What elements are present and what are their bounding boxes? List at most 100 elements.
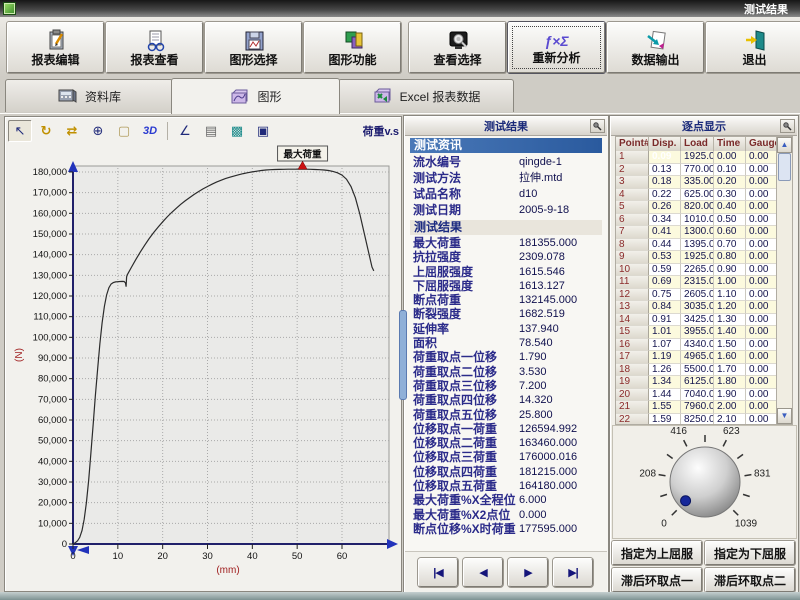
row-number-cell[interactable]: 18 — [616, 364, 649, 377]
data-cell[interactable]: 0.00 — [746, 389, 776, 402]
data-cell[interactable]: 0.75 — [649, 289, 681, 302]
result-row[interactable]: 荷重取点二位移3.530 — [409, 365, 603, 379]
result-row[interactable]: 位移取点五荷重164180.000 — [409, 479, 603, 493]
data-cell[interactable]: 4340.00 — [681, 339, 714, 352]
scale-icon[interactable]: ∠ — [173, 120, 197, 142]
row-number-cell[interactable]: 9 — [616, 251, 649, 264]
data-cell[interactable]: 7040.00 — [681, 389, 714, 402]
data-cell[interactable]: 0.00 — [746, 351, 776, 364]
scroll-up-icon[interactable]: ▲ — [777, 137, 792, 153]
set-upper-yield-button[interactable]: 指定为上屈服 — [612, 541, 702, 565]
result-row[interactable]: 荷重取点三位移7.200 — [409, 379, 603, 393]
data-cell[interactable]: 0.41 — [649, 226, 681, 239]
data-cell[interactable]: 1.40 — [714, 326, 746, 339]
tab-excel[interactable]: Excel 报表数据 — [338, 79, 514, 112]
table-scrollbar[interactable]: ▲ ▼ — [776, 136, 793, 425]
data-cell[interactable]: 1.55 — [649, 401, 681, 414]
result-row[interactable]: 测试方法拉伸.mtd — [409, 170, 603, 186]
data-cell[interactable]: 0.69 — [649, 276, 681, 289]
data-cell[interactable]: 1.59 — [649, 414, 681, 426]
data-cell[interactable]: 0.59 — [649, 264, 681, 277]
data-cell[interactable]: 0.22 — [649, 189, 681, 202]
pin-icon[interactable] — [780, 119, 795, 133]
data-cell[interactable]: 335.00 — [681, 176, 714, 189]
data-cell[interactable]: 0.00 — [746, 226, 776, 239]
column-header[interactable]: Time — [714, 137, 746, 151]
data-cell[interactable]: 2.00 — [714, 401, 746, 414]
set-lower-yield-button[interactable]: 指定为下屈服 — [705, 541, 795, 565]
data-cell[interactable]: 0.00 — [746, 314, 776, 327]
data-cell[interactable]: 0.44 — [649, 239, 681, 252]
row-number-cell[interactable]: 11 — [616, 276, 649, 289]
result-row[interactable]: 延伸率137.940 — [409, 322, 603, 336]
report-view-button[interactable]: 报表查看 — [106, 22, 203, 73]
row-number-cell[interactable]: 19 — [616, 376, 649, 389]
refresh-icon[interactable]: ↻ — [34, 120, 58, 142]
data-cell[interactable]: 0.09 — [649, 151, 681, 164]
row-number-cell[interactable]: 5 — [616, 201, 649, 214]
row-number-cell[interactable]: 15 — [616, 326, 649, 339]
pin-icon[interactable] — [590, 119, 605, 133]
data-cell[interactable]: 1.90 — [714, 389, 746, 402]
data-cell[interactable]: 0.00 — [746, 401, 776, 414]
tab-graph[interactable]: 图形 — [171, 78, 340, 114]
zoom-in-icon[interactable]: ⊕ — [86, 120, 110, 142]
result-row[interactable]: 下屈服强度1613.127 — [409, 279, 603, 293]
data-cell[interactable]: 0.00 — [746, 289, 776, 302]
data-cell[interactable]: 1300.00 — [681, 226, 714, 239]
hysteresis-point1-button[interactable]: 滞后环取点一 — [612, 568, 702, 592]
result-row[interactable]: 最大荷重181355.000 — [409, 236, 603, 250]
print-icon[interactable]: ▤ — [199, 120, 223, 142]
report-edit-button[interactable]: 报表编辑 — [7, 22, 104, 73]
row-number-cell[interactable]: 6 — [616, 214, 649, 227]
data-cell[interactable]: 1010.00 — [681, 214, 714, 227]
data-cell[interactable]: 0.00 — [746, 301, 776, 314]
data-cell[interactable]: 3955.00 — [681, 326, 714, 339]
data-cell[interactable]: 0.00 — [746, 376, 776, 389]
data-cell[interactable]: 1.19 — [649, 351, 681, 364]
3d-icon[interactable]: 3D — [138, 120, 162, 142]
data-cell[interactable]: 0.53 — [649, 251, 681, 264]
data-cell[interactable]: 1.10 — [714, 289, 746, 302]
result-row[interactable]: 最大荷重%X2点位0.000 — [409, 508, 603, 522]
data-cell[interactable]: 1.80 — [714, 376, 746, 389]
data-cell[interactable]: 1.01 — [649, 326, 681, 339]
image-icon[interactable]: ▩ — [225, 120, 249, 142]
result-row[interactable]: 荷重取点五位移25.800 — [409, 408, 603, 422]
result-row[interactable]: 试品名称d10 — [409, 186, 603, 202]
data-cell[interactable]: 0.00 — [746, 264, 776, 277]
data-cell[interactable]: 2265.00 — [681, 264, 714, 277]
data-cell[interactable]: 1.30 — [714, 314, 746, 327]
row-number-cell[interactable]: 21 — [616, 401, 649, 414]
nav-next-button[interactable]: ▶ — [508, 558, 548, 587]
result-row[interactable]: 上屈服强度1615.546 — [409, 265, 603, 279]
data-cell[interactable]: 0.13 — [649, 164, 681, 177]
data-cell[interactable]: 0.00 — [746, 214, 776, 227]
result-row[interactable]: 断点位移%X时荷重177595.000 — [409, 522, 603, 536]
row-number-cell[interactable]: 20 — [616, 389, 649, 402]
data-cell[interactable]: 0.50 — [714, 214, 746, 227]
data-cell[interactable]: 1395.00 — [681, 239, 714, 252]
data-cell[interactable]: 0.00 — [746, 176, 776, 189]
nav-last-button[interactable]: ▶| — [553, 558, 593, 587]
data-cell[interactable]: 7960.00 — [681, 401, 714, 414]
data-cell[interactable]: 1.07 — [649, 339, 681, 352]
data-cell[interactable]: 0.18 — [649, 176, 681, 189]
exit-button[interactable]: 退出 — [706, 22, 800, 73]
data-cell[interactable]: 1925.00 — [681, 151, 714, 164]
row-number-cell[interactable]: 12 — [616, 289, 649, 302]
result-row[interactable]: 断裂强度1682.519 — [409, 307, 603, 321]
column-header[interactable]: Point# — [616, 137, 649, 151]
data-cell[interactable]: 1.20 — [714, 301, 746, 314]
result-row[interactable]: 流水编号qingde-1 — [409, 154, 603, 170]
row-number-cell[interactable]: 4 — [616, 189, 649, 202]
row-number-cell[interactable]: 2 — [616, 164, 649, 177]
result-row[interactable]: 荷重取点四位移14.320 — [409, 393, 603, 407]
data-cell[interactable]: 1.50 — [714, 339, 746, 352]
nav-first-button[interactable]: |◀ — [418, 558, 458, 587]
data-cell[interactable]: 3035.00 — [681, 301, 714, 314]
splitter-grip[interactable] — [399, 310, 407, 400]
result-row[interactable]: 抗拉强度2309.078 — [409, 250, 603, 264]
data-cell[interactable]: 2605.00 — [681, 289, 714, 302]
data-cell[interactable]: 0.00 — [746, 151, 776, 164]
